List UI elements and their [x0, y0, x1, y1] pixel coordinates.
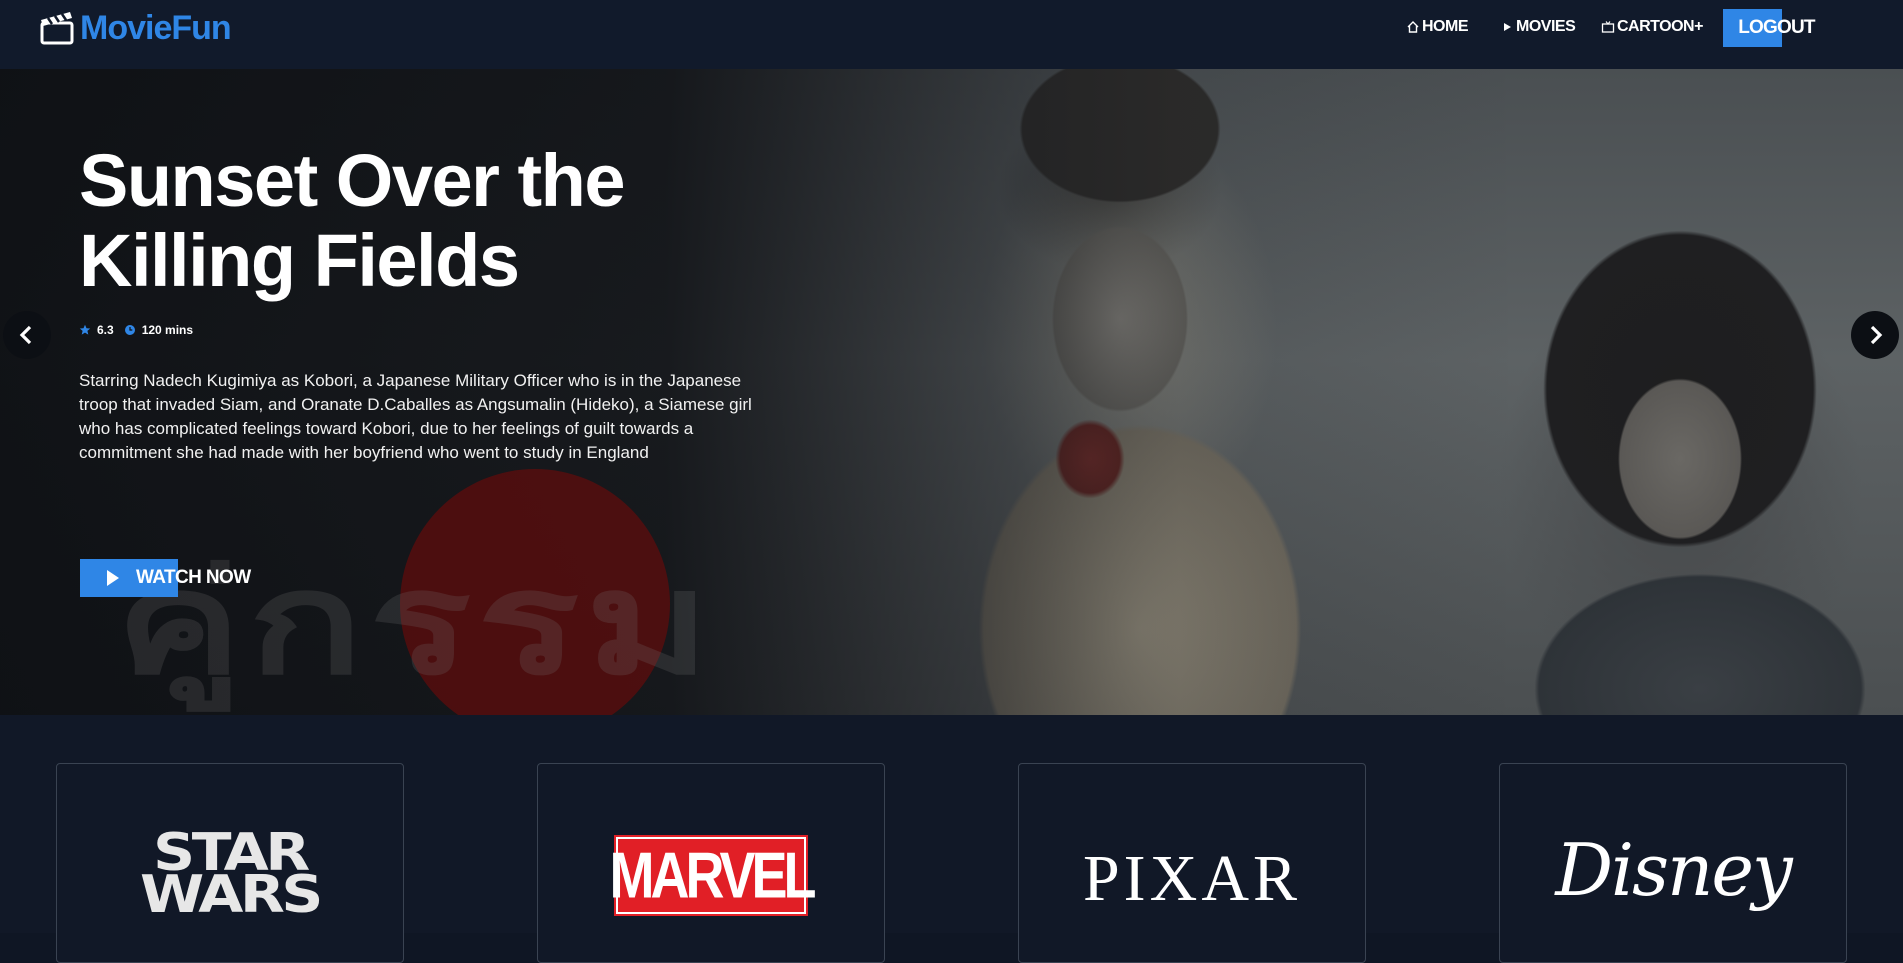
hero-content: Sunset Over the Killing Fields 6.3 120 m…: [79, 139, 779, 597]
marvel-logo-text: MARVEL: [609, 839, 816, 912]
hero-banner: คู่กรรม Sunset Over the Killing Fields 6…: [0, 69, 1903, 715]
play-icon: [1504, 23, 1511, 31]
nav-home-label: HOME: [1422, 18, 1469, 35]
clock-icon: [124, 325, 135, 335]
home-icon: [1407, 21, 1419, 33]
nav-cartoon-label: CARTOON+: [1617, 18, 1703, 35]
nav-cartoon-link[interactable]: CARTOON+: [1601, 18, 1703, 36]
pixar-logo: PIXAR: [1082, 842, 1302, 915]
tv-icon: [1601, 21, 1615, 33]
studio-card-pixar[interactable]: PIXAR: [1018, 763, 1366, 963]
disney-logo: Disney: [1555, 828, 1792, 912]
studio-card-marvel[interactable]: MARVEL: [537, 763, 885, 963]
studio-card-disney[interactable]: Disney: [1499, 763, 1847, 963]
marvel-logo: MARVEL: [609, 835, 817, 916]
nav-movies-label: MOVIES: [1516, 18, 1576, 35]
play-icon: [107, 570, 119, 586]
nav-movies-link[interactable]: MOVIES: [1500, 18, 1576, 36]
navbar: MovieFun HOME MOVIES CARTOON+ LOGOUT: [0, 0, 1903, 69]
clapperboard-icon: [40, 12, 74, 45]
brand-logo-link[interactable]: MovieFun: [40, 8, 232, 48]
brand-name: MovieFun: [80, 9, 232, 47]
starwars-logo-line2: WARS: [139, 865, 323, 925]
studio-cards-section: STAR WARS MARVEL PIXAR Disney: [0, 715, 1903, 963]
watch-now-button[interactable]: WATCH NOW: [80, 559, 251, 597]
hero-meta: 6.3 120 mins: [79, 323, 779, 337]
hero-duration: 120 mins: [141, 323, 194, 337]
studio-card-starwars[interactable]: STAR WARS: [56, 763, 404, 963]
star-icon: [79, 324, 91, 335]
chevron-left-icon: [19, 325, 32, 345]
hero-description: Starring Nadech Kugimiya as Kobori, a Ja…: [79, 371, 752, 462]
hero-title: Sunset Over the Killing Fields: [79, 139, 626, 302]
nav-home-link[interactable]: HOME: [1406, 18, 1469, 36]
watch-now-content: WATCH NOW: [106, 559, 251, 597]
chevron-right-icon: [1870, 325, 1883, 345]
watch-now-label: WATCH NOW: [136, 567, 251, 588]
carousel-prev-button[interactable]: [3, 311, 51, 359]
logout-button[interactable]: LOGOUT: [1723, 9, 1818, 47]
hero-title-watermark: คู่กรรม: [115, 540, 717, 707]
starwars-logo: STAR WARS: [107, 827, 353, 925]
carousel-next-button[interactable]: [1851, 311, 1899, 359]
hero-rating: 6.3: [97, 323, 114, 337]
